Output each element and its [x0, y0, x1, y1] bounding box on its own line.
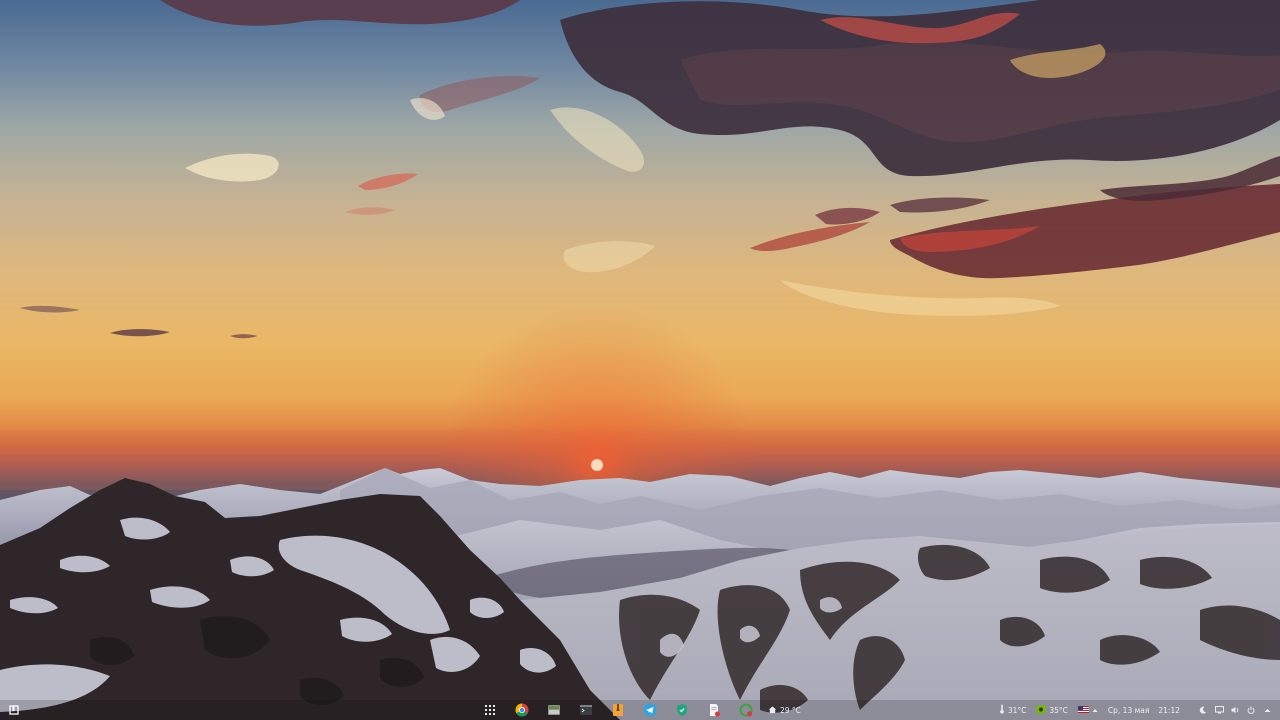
- night-mode-moon-icon: [1199, 706, 1207, 714]
- volume-control[interactable]: [1230, 700, 1240, 720]
- weather-temperature: 29 °C: [780, 705, 801, 715]
- keyboard-layout-indicator[interactable]: [1077, 705, 1098, 715]
- vpn-shield-icon: [675, 703, 689, 717]
- taskbar-pinned-apps: 29 °C: [480, 700, 801, 720]
- power-menu[interactable]: [1246, 700, 1256, 720]
- telegram-launcher[interactable]: [640, 700, 660, 720]
- app-menu-button[interactable]: [4, 700, 24, 720]
- terminal-icon: [579, 703, 593, 717]
- app-grid-icon: [484, 704, 496, 716]
- cpu-temperature: 31°C: [1007, 705, 1027, 715]
- chrome-launcher[interactable]: [512, 700, 532, 720]
- wallpaper-mountain-sunset: [0, 0, 1280, 720]
- telegram-icon: [643, 703, 657, 717]
- desktop: 29 °C 31°C 35°C Ср, 13 мая 21:12: [0, 0, 1280, 720]
- updater-icon: [739, 703, 753, 717]
- archive-manager-icon: [611, 703, 625, 717]
- weather-widget[interactable]: 29 °C: [768, 705, 801, 716]
- vpn-launcher[interactable]: [672, 700, 692, 720]
- gpu-temperature: 35°C: [1049, 705, 1068, 715]
- date-text: Ср, 13 мая: [1107, 705, 1150, 715]
- chevron-up-icon: [1092, 706, 1098, 715]
- taskbar: 29 °C 31°C 35°C Ср, 13 мая 21:12: [0, 700, 1280, 720]
- app-grid-button[interactable]: [480, 700, 500, 720]
- document-viewer-icon: [707, 703, 721, 717]
- house-weather-icon: [768, 705, 777, 716]
- app-menu-square-icon: [9, 705, 19, 715]
- display-icon: [1214, 706, 1224, 714]
- datetime-widget[interactable]: Ср, 13 мая 21:12: [1108, 706, 1180, 715]
- us-flag-icon: [1077, 705, 1089, 715]
- tray-expand-button[interactable]: [1262, 700, 1272, 720]
- cpu-temperature-indicator[interactable]: 31°C: [999, 704, 1027, 716]
- thermometer-icon: [999, 704, 1005, 716]
- display-settings[interactable]: [1214, 700, 1224, 720]
- tray-icons: [1198, 700, 1272, 720]
- time-text: 21:12: [1158, 705, 1180, 715]
- gpu-temperature-indicator[interactable]: 35°C: [1036, 705, 1068, 716]
- terminal-launcher[interactable]: [576, 700, 596, 720]
- document-viewer-launcher[interactable]: [704, 700, 724, 720]
- nvidia-icon: [1036, 705, 1046, 716]
- chrome-icon: [515, 703, 529, 717]
- tray-expand-arrow-icon: [1264, 708, 1271, 713]
- night-mode-toggle[interactable]: [1198, 700, 1208, 720]
- volume-icon: [1231, 706, 1240, 714]
- system-tray: 31°C 35°C Ср, 13 мая 21:12: [999, 700, 1272, 720]
- file-manager-icon: [547, 703, 561, 717]
- updater-launcher[interactable]: [736, 700, 756, 720]
- power-icon: [1247, 706, 1255, 714]
- file-manager-launcher[interactable]: [544, 700, 564, 720]
- archive-manager-launcher[interactable]: [608, 700, 628, 720]
- taskbar-left: [4, 700, 24, 720]
